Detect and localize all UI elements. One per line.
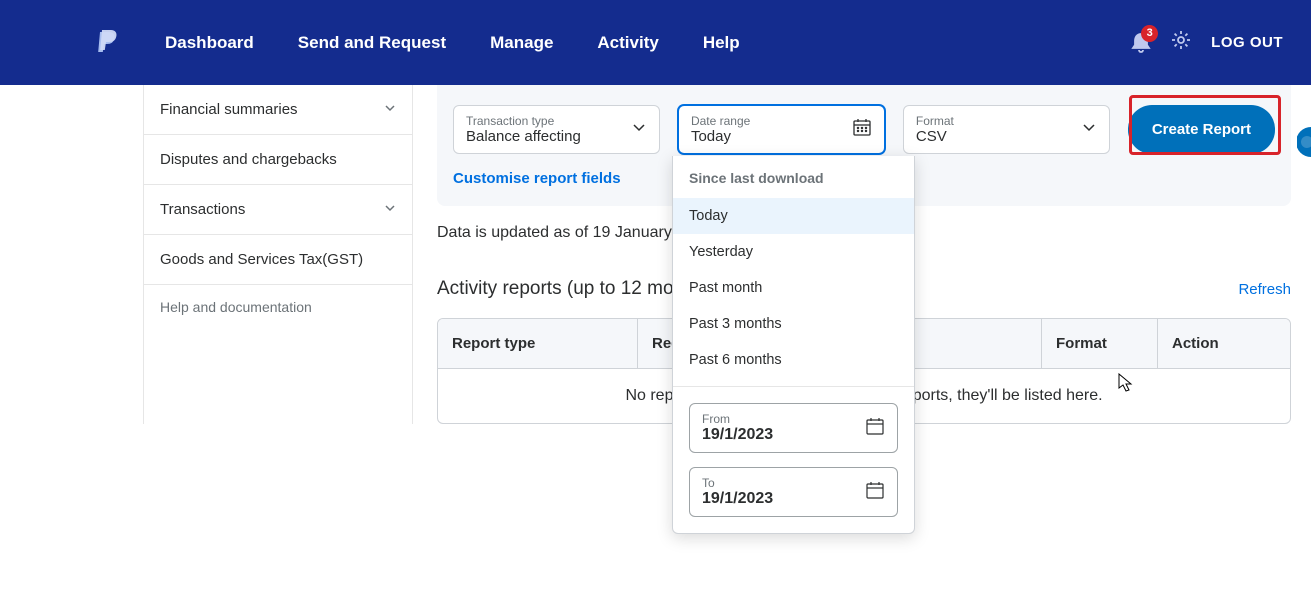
paypal-logo-icon[interactable] bbox=[95, 30, 117, 56]
date-option-yesterday[interactable]: Yesterday bbox=[673, 234, 914, 270]
sidebar-item-label: Financial summaries bbox=[160, 101, 298, 118]
notifications-button[interactable]: 3 bbox=[1131, 32, 1151, 54]
nav-right: 3 LOG OUT bbox=[1131, 30, 1283, 55]
format-select[interactable]: Format CSV bbox=[903, 105, 1110, 154]
dropdown-value: Balance affecting bbox=[466, 128, 581, 145]
transaction-type-select[interactable]: Transaction type Balance affecting bbox=[453, 105, 660, 154]
date-from-input[interactable]: From 19/1/2023 bbox=[689, 403, 898, 453]
nav-activity[interactable]: Activity bbox=[597, 33, 658, 53]
calendar-icon bbox=[865, 480, 885, 505]
nav-help[interactable]: Help bbox=[703, 33, 740, 53]
settings-button[interactable] bbox=[1171, 30, 1191, 55]
date-to-input[interactable]: To 19/1/2023 bbox=[689, 467, 898, 517]
notification-badge: 3 bbox=[1141, 25, 1158, 42]
calendar-icon bbox=[852, 117, 872, 142]
dropdown-value: CSV bbox=[916, 128, 954, 145]
sidebar-item-label: Goods and Services Tax(GST) bbox=[160, 251, 363, 268]
logout-button[interactable]: LOG OUT bbox=[1211, 34, 1283, 51]
sidebar-item-label: Help and documentation bbox=[160, 299, 312, 315]
date-from-label: From bbox=[702, 412, 773, 426]
nav-links: Dashboard Send and Request Manage Activi… bbox=[165, 33, 740, 53]
dropdown-label: Format bbox=[916, 114, 954, 128]
column-action: Action bbox=[1158, 319, 1290, 368]
nav-manage[interactable]: Manage bbox=[490, 33, 553, 53]
calendar-icon bbox=[865, 416, 885, 441]
customise-fields-link[interactable]: Customise report fields bbox=[453, 170, 621, 187]
sidebar: Financial summaries Disputes and chargeb… bbox=[143, 85, 413, 424]
date-range-popup: Since last download Today Yesterday Past… bbox=[672, 156, 915, 534]
sidebar-item-disputes[interactable]: Disputes and chargebacks bbox=[144, 135, 412, 185]
date-from-value: 19/1/2023 bbox=[702, 426, 773, 444]
nav-dashboard[interactable]: Dashboard bbox=[165, 33, 254, 53]
side-widget-button[interactable] bbox=[1297, 127, 1311, 157]
date-to-value: 19/1/2023 bbox=[702, 490, 773, 508]
column-format: Format bbox=[1042, 319, 1158, 368]
popup-section-label: Since last download bbox=[673, 156, 914, 198]
sidebar-item-label: Disputes and chargebacks bbox=[160, 151, 337, 168]
sidebar-item-transactions[interactable]: Transactions bbox=[144, 185, 412, 235]
create-report-button[interactable]: Create Report bbox=[1128, 105, 1275, 154]
date-option-past-month[interactable]: Past month bbox=[673, 270, 914, 306]
sidebar-item-help-docs[interactable]: Help and documentation bbox=[144, 285, 412, 329]
date-to-label: To bbox=[702, 476, 773, 490]
date-option-past-6-months[interactable]: Past 6 months bbox=[673, 342, 914, 378]
top-navigation: Dashboard Send and Request Manage Activi… bbox=[0, 0, 1311, 85]
sidebar-item-gst[interactable]: Goods and Services Tax(GST) bbox=[144, 235, 412, 285]
dropdown-value: Today bbox=[691, 128, 750, 145]
chevron-down-icon bbox=[631, 119, 647, 140]
date-option-past-3-months[interactable]: Past 3 months bbox=[673, 306, 914, 342]
sidebar-item-financial-summaries[interactable]: Financial summaries bbox=[144, 85, 412, 135]
dropdown-label: Transaction type bbox=[466, 114, 581, 128]
refresh-link[interactable]: Refresh bbox=[1238, 281, 1291, 298]
chevron-down-icon bbox=[384, 101, 396, 118]
sidebar-item-label: Transactions bbox=[160, 201, 245, 218]
date-option-today[interactable]: Today bbox=[673, 198, 914, 234]
dropdown-label: Date range bbox=[691, 114, 750, 128]
date-range-select[interactable]: Date range Today bbox=[678, 105, 885, 154]
column-report-type: Report type bbox=[438, 319, 638, 368]
chevron-down-icon bbox=[1081, 119, 1097, 140]
nav-send-request[interactable]: Send and Request bbox=[298, 33, 446, 53]
chevron-down-icon bbox=[384, 201, 396, 218]
